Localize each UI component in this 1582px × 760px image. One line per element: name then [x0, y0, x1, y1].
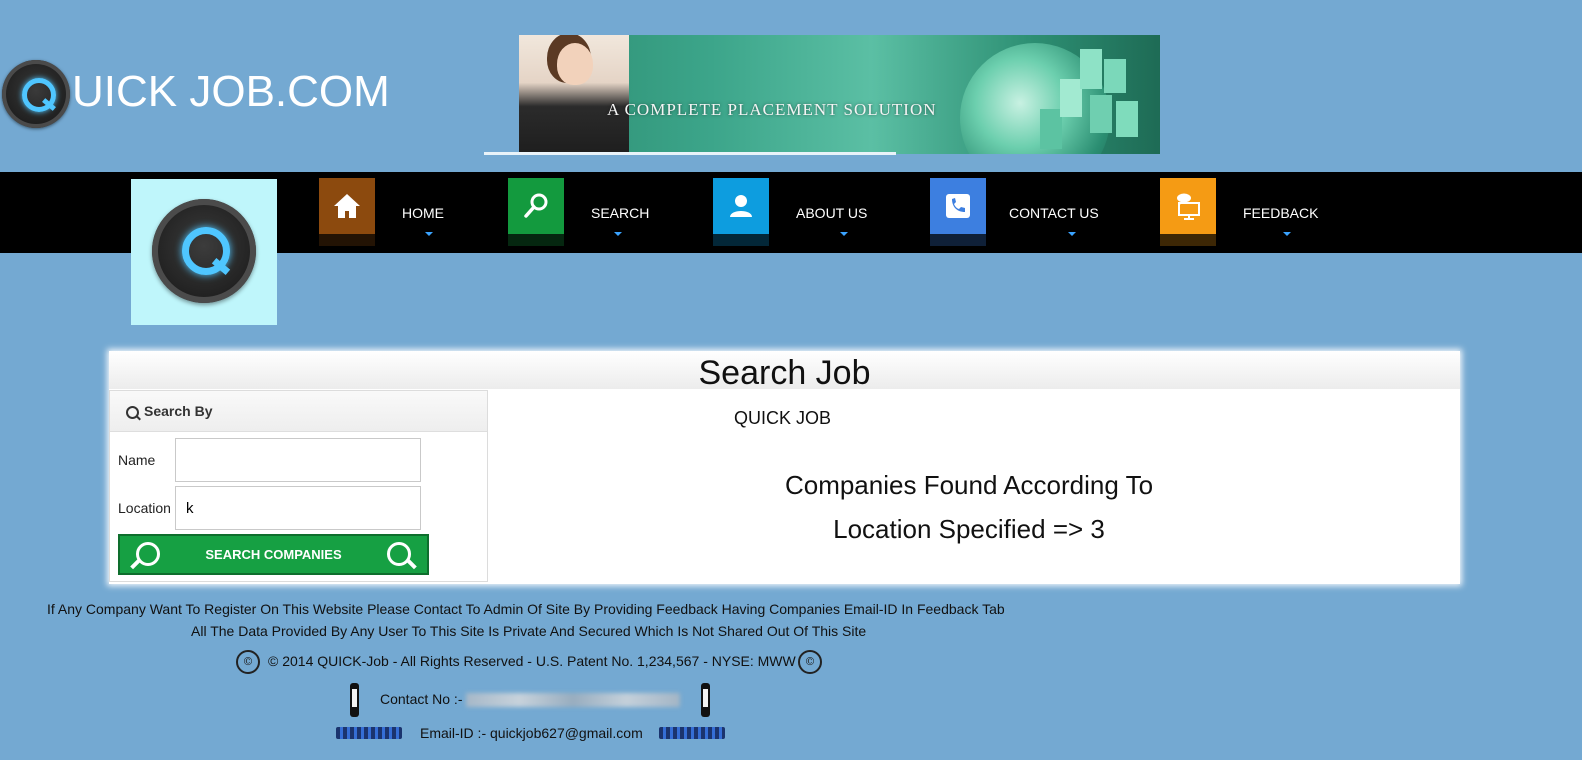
nav-search-label: SEARCH	[591, 205, 650, 221]
q-logo-icon	[2, 60, 70, 128]
cubes-image	[1020, 49, 1140, 154]
footer-email[interactable]: Email-ID :- quickjob627@gmail.com	[420, 725, 643, 741]
nav-feedback[interactable]: FEEDBACK	[1160, 178, 1318, 248]
footer-notice-privacy: All The Data Provided By Any User To Thi…	[191, 623, 867, 639]
footer-copyright: © 2014 QUICK-Job - All Rights Reserved -…	[268, 653, 796, 669]
nav-contact-us-label: CONTACT US	[1009, 205, 1099, 221]
nav-search[interactable]: SEARCH	[508, 178, 649, 248]
nav-about-us[interactable]: ABOUT US	[713, 178, 867, 248]
result-line-1: Companies Found According To	[784, 470, 1154, 500]
email-icon	[336, 727, 402, 739]
home-icon	[319, 178, 375, 246]
search-job-panel: Search Job Search By Name Location SEARC…	[109, 351, 1460, 584]
search-icon	[508, 178, 564, 246]
email-icon	[659, 727, 725, 739]
footer-notice-register: If Any Company Want To Register On This …	[47, 601, 1005, 617]
mobile-phone-icon	[701, 683, 710, 717]
chevron-down-icon	[614, 232, 622, 236]
chevron-down-icon	[1283, 232, 1291, 236]
phone-icon	[930, 178, 986, 246]
search-by-label: Search By	[144, 403, 213, 419]
q-logo-large-icon	[152, 199, 256, 303]
location-field-row: Location	[118, 486, 421, 530]
search-by-box: Search By Name Location SEARCH COMPANIES	[109, 390, 488, 582]
site-name: UICK JOB.COM	[72, 67, 390, 116]
name-field-row: Name	[118, 438, 421, 482]
banner-divider	[484, 152, 896, 155]
footer-contact: Contact No :-	[380, 691, 681, 708]
businesswoman-image	[519, 35, 629, 154]
result-line-2: Location Specified => 3	[833, 514, 1105, 544]
nav-home-label: HOME	[402, 205, 444, 221]
search-icon	[136, 542, 160, 566]
nav-home[interactable]: HOME	[319, 178, 444, 248]
nav-contact-us[interactable]: CONTACT US	[930, 178, 1099, 248]
mobile-phone-icon	[350, 683, 359, 717]
chevron-down-icon	[425, 232, 433, 236]
user-icon	[713, 178, 769, 246]
chevron-down-icon	[840, 232, 848, 236]
chevron-down-icon	[1068, 232, 1076, 236]
site-logo[interactable]: UICK JOB.COM	[2, 60, 390, 128]
search-icon	[126, 405, 139, 419]
search-result: Companies Found According To Location Sp…	[669, 463, 1269, 551]
copyright-icon: ©	[798, 650, 822, 674]
search-companies-button[interactable]: SEARCH COMPANIES	[118, 534, 429, 575]
monitor-chat-icon	[1160, 178, 1216, 246]
nav-feedback-label: FEEDBACK	[1243, 205, 1319, 221]
name-input[interactable]	[175, 438, 421, 482]
search-companies-label: SEARCH COMPANIES	[205, 547, 342, 562]
nav-about-us-label: ABOUT US	[796, 205, 868, 221]
search-by-header: Search By	[110, 391, 487, 432]
location-label: Location	[118, 500, 171, 516]
nav-logo[interactable]	[131, 179, 277, 325]
header-banner: A COMPLETE PLACEMENT SOLUTION	[519, 35, 1160, 154]
search-icon	[387, 542, 411, 566]
name-label: Name	[118, 452, 156, 468]
banner-tagline: A COMPLETE PLACEMENT SOLUTION	[607, 100, 937, 119]
location-input[interactable]	[175, 486, 421, 530]
contact-label: Contact No :-	[380, 691, 463, 707]
copyright-icon: ©	[236, 650, 260, 674]
quick-job-subtitle: QUICK JOB	[734, 408, 832, 428]
page-title: Search Job	[698, 354, 871, 392]
redacted-phone-number	[466, 693, 681, 708]
